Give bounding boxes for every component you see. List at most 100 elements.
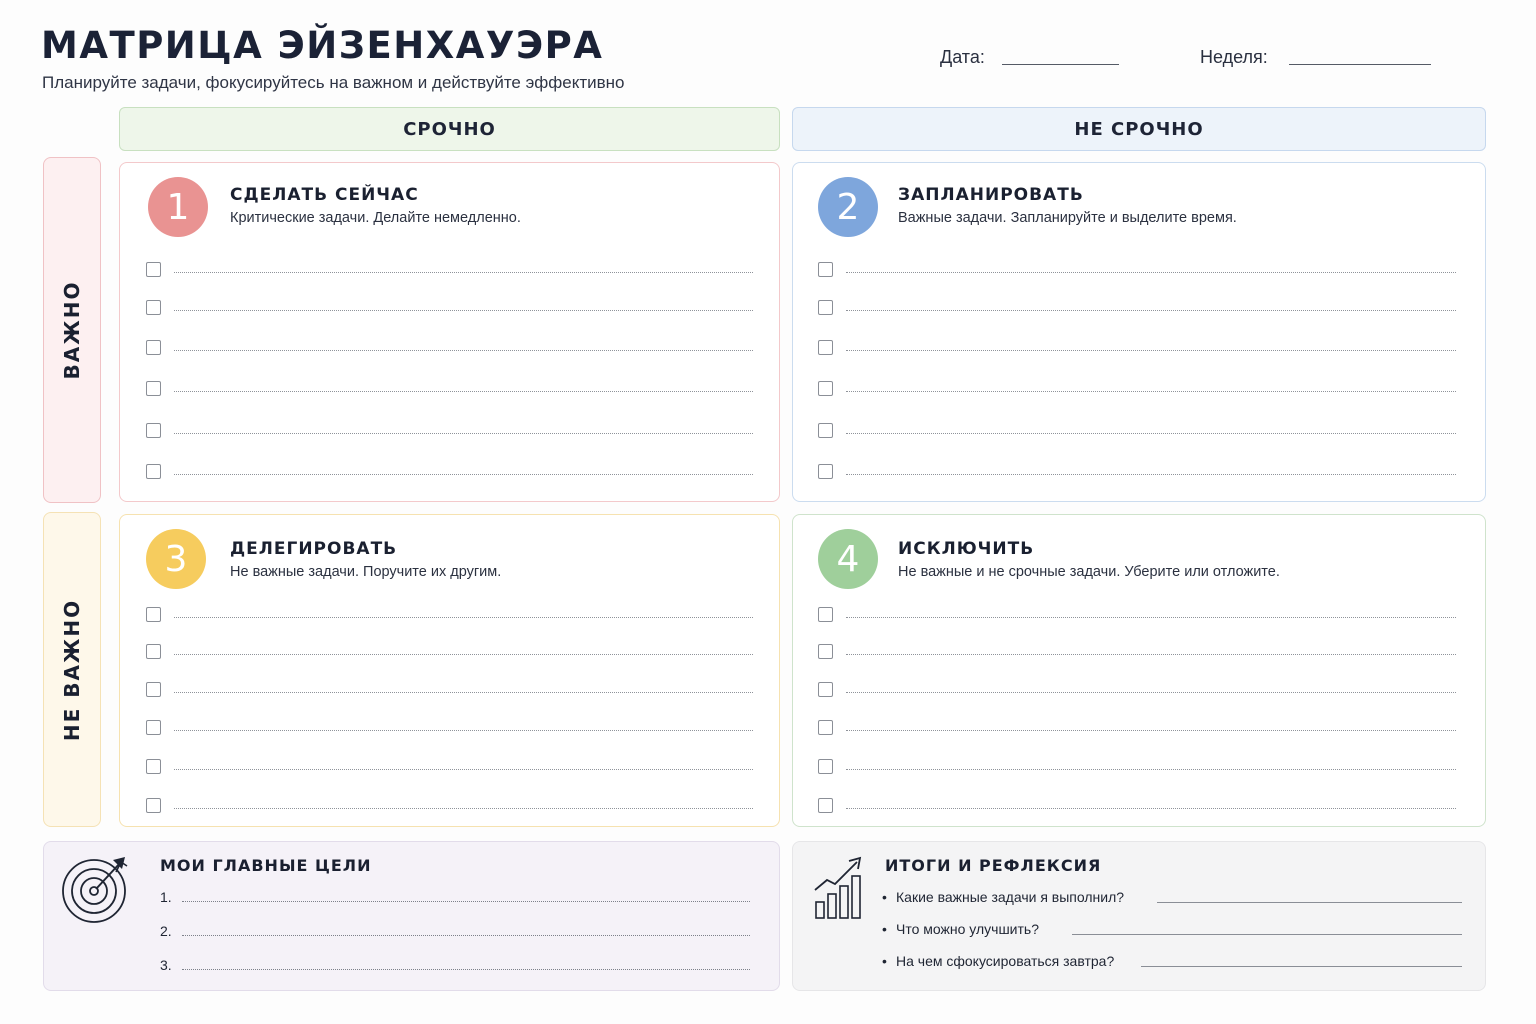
task-checkbox[interactable] [818,262,833,277]
task-checkbox[interactable] [818,340,833,355]
task-line[interactable] [846,391,1456,392]
task-line[interactable] [174,769,753,770]
task-line[interactable] [174,310,753,311]
goal-number: 1. [160,889,172,905]
task-checkbox[interactable] [818,607,833,622]
task-checkbox[interactable] [818,423,833,438]
quadrant-schedule: 2 ЗАПЛАНИРОВАТЬ Важные задачи. Запланиру… [792,162,1486,502]
task-line[interactable] [846,272,1456,273]
task-checkbox[interactable] [818,720,833,735]
task-checkbox[interactable] [818,798,833,813]
task-line[interactable] [174,272,753,273]
task-checkbox[interactable] [146,759,161,774]
task-line[interactable] [846,692,1456,693]
task-checkbox[interactable] [146,607,161,622]
quadrant-description: Важные задачи. Запланируйте и выделите в… [898,210,1237,226]
task-checkbox[interactable] [146,798,161,813]
task-checkbox[interactable] [146,644,161,659]
goal-input[interactable] [182,901,750,902]
quadrant-title: СДЕЛАТЬ СЕЙЧАС [230,185,419,205]
task-row [146,423,753,441]
reflection-bullet: • [882,889,887,905]
task-row [818,340,1456,358]
task-row [146,381,753,399]
target-icon [62,857,128,923]
goal-input[interactable] [182,935,750,936]
goal-number: 2. [160,923,172,939]
reflection-answer-field[interactable] [1072,934,1462,935]
task-row [146,720,753,738]
task-line[interactable] [174,808,753,809]
task-row [818,262,1456,280]
task-row [146,644,753,662]
quadrant-title: ЗАПЛАНИРОВАТЬ [898,185,1084,205]
task-checkbox[interactable] [818,464,833,479]
task-line[interactable] [174,654,753,655]
date-label: Дата: [940,47,985,67]
quadrant-description: Не важные задачи. Поручите их другим. [230,564,502,580]
page-subtitle: Планируйте задачи, фокусируйтесь на важн… [42,73,625,92]
task-row [146,340,753,358]
task-checkbox[interactable] [146,340,161,355]
row-label-important-text: ВАЖНО [60,280,84,380]
task-checkbox[interactable] [146,300,161,315]
task-line[interactable] [846,654,1456,655]
task-row [146,262,753,280]
task-row [818,381,1456,399]
task-line[interactable] [846,474,1456,475]
task-checkbox[interactable] [818,759,833,774]
task-row [818,720,1456,738]
week-field[interactable] [1289,64,1431,65]
task-checkbox[interactable] [146,720,161,735]
date-field[interactable] [1002,64,1119,65]
reflection-answer-field[interactable] [1157,902,1462,903]
task-checkbox[interactable] [818,381,833,396]
task-line[interactable] [846,730,1456,731]
task-row [146,682,753,700]
task-line[interactable] [174,433,753,434]
task-line[interactable] [174,692,753,693]
task-checkbox[interactable] [146,423,161,438]
task-checkbox[interactable] [818,300,833,315]
column-header-urgent: СРОЧНО [119,107,780,151]
task-line[interactable] [174,391,753,392]
page-title: МАТРИЦА ЭЙЗЕНХАУЭРА [41,24,604,67]
task-line[interactable] [846,808,1456,809]
task-checkbox[interactable] [818,644,833,659]
goals-title: МОИ ГЛАВНЫЕ ЦЕЛИ [160,856,372,875]
reflection-question: Какие важные задачи я выполнил? [896,889,1125,905]
task-row [146,798,753,816]
task-line[interactable] [846,433,1456,434]
row-label-not-important-text: НЕ ВАЖНО [60,598,84,741]
task-checkbox[interactable] [146,682,161,697]
task-checkbox[interactable] [146,262,161,277]
task-row [818,798,1456,816]
task-checkbox[interactable] [146,464,161,479]
task-line[interactable] [846,617,1456,618]
task-row [146,300,753,318]
goal-input[interactable] [182,969,750,970]
row-label-not-important: НЕ ВАЖНО [43,512,101,827]
quadrant-description: Критические задачи. Делайте немедленно. [230,210,521,226]
reflection-panel: ИТОГИ И РЕФЛЕКСИЯ • Какие важные задачи … [792,841,1486,991]
reflection-title: ИТОГИ И РЕФЛЕКСИЯ [885,856,1102,875]
task-row [818,607,1456,625]
task-row [818,423,1456,441]
task-line[interactable] [174,617,753,618]
task-line[interactable] [846,350,1456,351]
task-checkbox[interactable] [146,381,161,396]
task-line[interactable] [174,474,753,475]
quadrant-number-badge: 2 [818,177,878,237]
column-header-not-urgent-label: НЕ СРОЧНО [1074,118,1204,140]
reflection-bullet: • [882,921,887,937]
quadrant-number-badge: 1 [148,177,208,237]
task-checkbox[interactable] [818,682,833,697]
task-line[interactable] [174,730,753,731]
task-row [818,682,1456,700]
task-row [146,759,753,777]
reflection-answer-field[interactable] [1141,966,1462,967]
task-line[interactable] [174,350,753,351]
task-line[interactable] [846,769,1456,770]
task-line[interactable] [846,310,1456,311]
goal-number: 3. [160,957,172,973]
